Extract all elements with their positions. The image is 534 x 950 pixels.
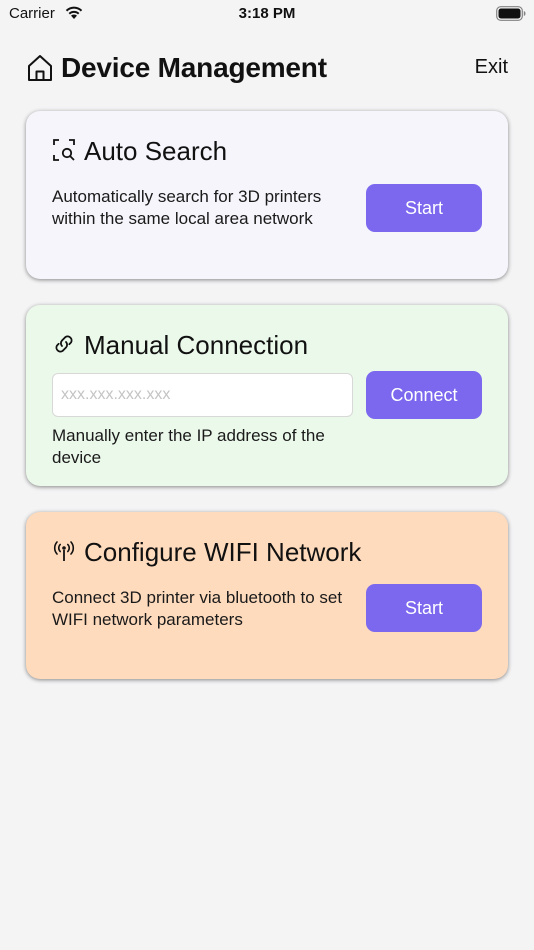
wifi-config-title: Configure WIFI Network [84, 537, 362, 567]
antenna-icon [52, 539, 76, 568]
clock: 3:18 PM [238, 5, 296, 22]
auto-search-title: Auto Search [84, 136, 228, 166]
auto-search-start-button[interactable]: Start [366, 184, 482, 232]
auto-search-description: Automatically search for 3D printers wit… [52, 187, 322, 228]
wifi-config-card: Configure WIFI Network Connect 3D printe… [26, 512, 508, 679]
battery-icon [496, 6, 526, 26]
ip-address-input[interactable] [52, 373, 353, 417]
manual-connection-card: Manual Connection Connect Manually enter… [26, 305, 508, 486]
manual-connection-title: Manual Connection [84, 330, 309, 360]
connect-button[interactable]: Connect [366, 371, 482, 419]
exit-button[interactable]: Exit [475, 56, 508, 79]
home-icon[interactable] [26, 53, 54, 88]
manual-connection-description: Manually enter the IP address of the dev… [52, 426, 325, 467]
wifi-config-start-button[interactable]: Start [366, 584, 482, 632]
auto-search-card: Auto Search Automatically search for 3D … [26, 111, 508, 279]
scan-search-icon [52, 138, 76, 167]
page-header: Device Management Exit [26, 50, 508, 90]
page-title: Device Management [61, 52, 327, 83]
link-icon [52, 332, 76, 361]
status-bar: Carrier 3:18 PM [0, 0, 534, 28]
wifi-config-description: Connect 3D printer via bluetooth to set … [52, 588, 343, 629]
